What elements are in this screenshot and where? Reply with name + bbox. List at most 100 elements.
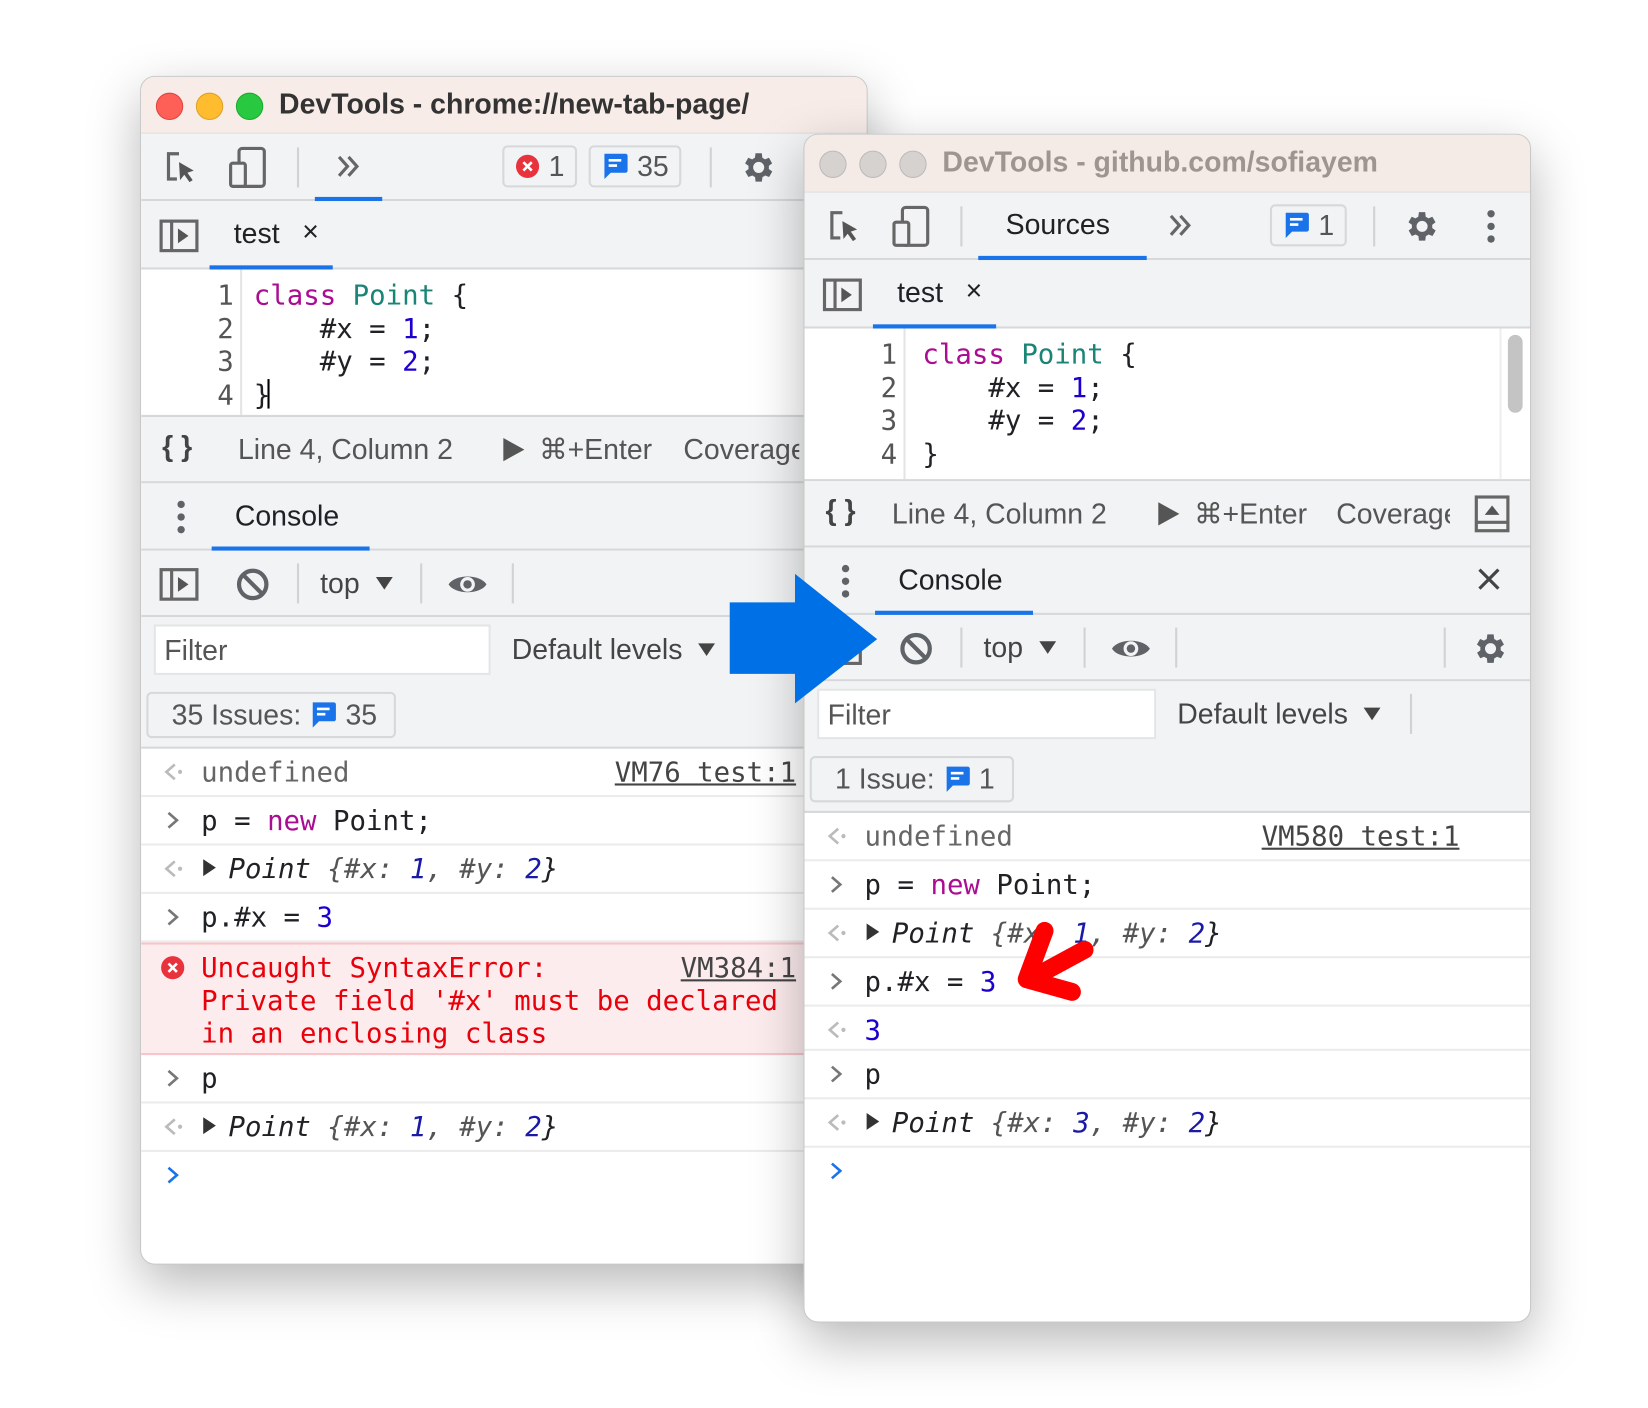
editor-tab-test[interactable]: test × (872, 260, 997, 329)
code-token: 2 (1188, 918, 1206, 950)
error-counter-button[interactable]: 1 (502, 145, 578, 188)
expand-triangle-icon[interactable] (865, 1111, 892, 1132)
close-window-button[interactable] (155, 92, 184, 121)
minimize-window-button[interactable] (859, 150, 887, 178)
pretty-print-button[interactable]: { } (826, 495, 856, 528)
filter-input[interactable]: Filter (153, 624, 491, 675)
run-shortcut[interactable]: ⌘+Enter (539, 434, 652, 467)
zoom-window-button[interactable] (235, 92, 264, 121)
drawer-menu-kebab-icon[interactable] (840, 563, 851, 599)
more-options-kebab-icon[interactable] (1486, 208, 1497, 244)
console-prompt[interactable] (141, 1152, 867, 1215)
code-token: 2 (525, 853, 542, 886)
console-toolbar: top (804, 614, 1531, 682)
scrollbar-thumb[interactable] (1507, 334, 1523, 413)
log-levels-dropdown[interactable]: Default levels (512, 617, 716, 682)
expand-triangle-icon[interactable] (201, 1115, 228, 1136)
dock-drawer-icon[interactable] (1474, 495, 1510, 533)
code-token: #x = (922, 372, 1071, 404)
settings-gear-icon[interactable] (738, 148, 776, 186)
inspect-element-icon[interactable] (164, 150, 200, 186)
console-sidebar-icon[interactable] (159, 568, 199, 602)
code-editor[interactable]: 1 class Point {2 #x = 1; 3 #y = 2; 4} (141, 269, 867, 417)
inspect-element-icon[interactable] (828, 208, 864, 244)
editor-tab-test[interactable]: test × (209, 201, 333, 270)
code-token: {#x: (990, 1107, 1074, 1140)
issues-bar: 35 Issues: 35 (141, 683, 867, 749)
source-link[interactable]: VM580 test:1 (1262, 821, 1460, 854)
tab-label: test (233, 217, 280, 250)
filter-input[interactable]: Filter (817, 688, 1157, 740)
issues-button[interactable]: 35 Issues: 35 (146, 691, 397, 739)
issues-counter-button[interactable]: 1 (1269, 204, 1347, 247)
close-window-button[interactable] (819, 150, 847, 178)
device-toolbar-icon[interactable] (892, 205, 930, 247)
more-tabs-button[interactable] (314, 134, 383, 202)
run-snippet-icon[interactable] (1157, 501, 1180, 526)
toggle-navigator-icon[interactable] (159, 219, 199, 253)
coverage-status[interactable]: Coverage (683, 434, 799, 467)
device-toolbar-icon[interactable] (229, 146, 267, 188)
return-value-icon (823, 823, 848, 848)
tab-console[interactable]: Console (875, 548, 1033, 615)
line-number: 3 (880, 405, 898, 437)
input-chevron-icon (823, 1061, 848, 1086)
console-sidebar-icon[interactable] (822, 632, 862, 666)
source-link[interactable]: VM76 test:1 (615, 757, 796, 790)
console-settings-gear-icon[interactable] (1470, 630, 1508, 668)
live-expression-eye-icon[interactable] (1110, 634, 1152, 663)
issues-button[interactable]: 1 Issue: 1 (809, 756, 1014, 803)
filter-placeholder: Filter (827, 699, 891, 731)
code-token: Point; (979, 869, 1096, 902)
return-value-icon (160, 759, 185, 784)
run-shortcut[interactable]: ⌘+Enter (1194, 498, 1307, 531)
close-tab-icon[interactable]: × (302, 216, 319, 249)
zoom-window-button[interactable] (899, 150, 927, 178)
issues-count: 35 (345, 698, 378, 731)
issue-count: 1 (1318, 209, 1335, 241)
context-selector[interactable]: top (320, 551, 393, 616)
live-expression-eye-icon[interactable] (446, 570, 488, 599)
more-tabs-button[interactable] (1165, 212, 1197, 239)
console-message: 3 (804, 1007, 1531, 1051)
context-selector[interactable]: top (984, 615, 1057, 680)
return-value-icon (823, 1017, 848, 1042)
console-prompt[interactable] (804, 1148, 1530, 1211)
devtools-window-new-tab-page: DevTools - chrome://new-tab-page/ 1 35 t… (140, 75, 868, 1265)
settings-gear-icon[interactable] (1402, 207, 1440, 245)
issues-counter-button[interactable]: 35 (588, 145, 682, 188)
levels-value: Default levels (1177, 697, 1348, 730)
line-number: 4 (880, 438, 898, 471)
run-snippet-icon[interactable] (502, 437, 525, 462)
close-tab-icon[interactable]: × (966, 275, 983, 308)
log-levels-dropdown[interactable]: Default levels (1177, 681, 1381, 746)
code-token: } (1205, 918, 1222, 950)
tab-sources[interactable]: Sources (978, 193, 1147, 261)
clear-console-icon[interactable] (235, 567, 271, 603)
code-token: Point (891, 918, 991, 950)
pretty-print-button[interactable]: { } (162, 431, 192, 464)
tab-console[interactable]: Console (211, 483, 370, 551)
tab-label: Console (234, 500, 340, 532)
close-drawer-icon[interactable] (1476, 567, 1501, 592)
minimize-window-button[interactable] (195, 92, 224, 121)
console-message: Point {#x: 1, #y: 2} (141, 846, 867, 894)
source-link[interactable]: VM384:1 (681, 953, 796, 986)
tab-label: Sources (1005, 208, 1110, 241)
drawer-menu-kebab-icon[interactable] (176, 499, 187, 535)
code-token: 2 (1070, 405, 1088, 437)
clear-console-icon[interactable] (898, 631, 934, 667)
coverage-status[interactable]: Coverage (1336, 498, 1450, 531)
expand-triangle-icon[interactable] (865, 921, 892, 942)
console-message: p = new Point; (804, 861, 1531, 910)
code-token: undefined (864, 821, 1013, 853)
return-value-icon (823, 1110, 848, 1135)
tab-label: test (897, 276, 943, 309)
return-value-icon (160, 856, 185, 881)
code-token: 1 (1070, 372, 1088, 404)
toggle-navigator-icon[interactable] (822, 278, 862, 312)
console-message: p (141, 1055, 867, 1104)
code-token: 3 (316, 902, 333, 935)
code-editor[interactable]: 1 class Point {2 #x = 1; 3 #y = 2; 4} (804, 328, 1531, 482)
expand-triangle-icon[interactable] (201, 857, 228, 878)
